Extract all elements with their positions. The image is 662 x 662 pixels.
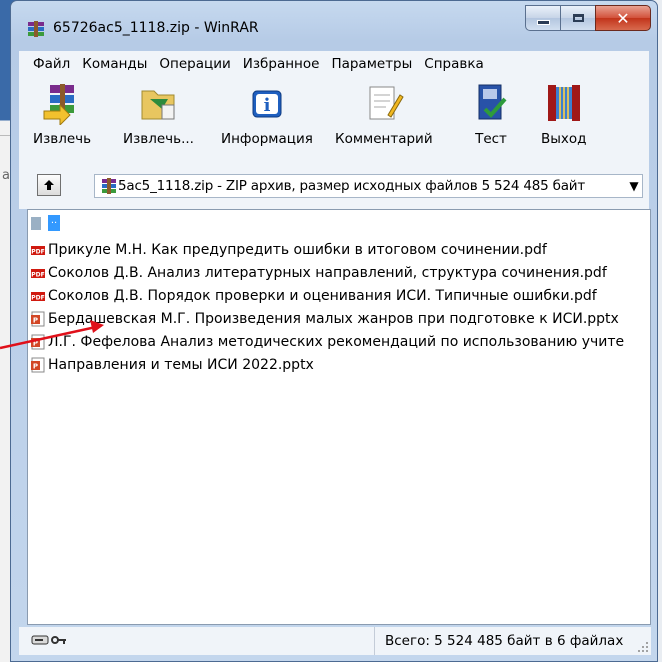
maximize-button[interactable]: [560, 5, 596, 31]
list-item[interactable]: PDF Прикуле М.Н. Как предупредить ошибки…: [30, 239, 547, 260]
chevron-down-icon[interactable]: ▼: [626, 179, 642, 193]
test-icon: [478, 84, 507, 120]
extract-icon: [141, 90, 175, 120]
up-arrow-icon: [44, 180, 54, 190]
list-item-updir[interactable]: ..: [30, 212, 60, 233]
menu-help[interactable]: Справка: [418, 56, 489, 72]
list-item[interactable]: PDF Соколов Д.В. Анализ литературных нап…: [30, 262, 607, 283]
svg-text:PDF: PDF: [31, 271, 44, 278]
toolbar: Извлечь Извлечь... i Информация Коммента…: [19, 77, 649, 162]
menu-bar: Файл Команды Операции Избранное Параметр…: [19, 51, 649, 78]
exit-icon: [547, 85, 580, 121]
list-item[interactable]: P Л.Г. Фефелова Анализ методических реко…: [30, 331, 624, 352]
svg-text:PDF: PDF: [31, 248, 44, 255]
file-name: Бердашевская М.Г. Произведения малых жан…: [48, 310, 619, 327]
svg-text:P: P: [33, 362, 38, 370]
close-icon: ✕: [616, 8, 630, 28]
resize-grip-icon[interactable]: [637, 641, 649, 653]
minimize-button[interactable]: [525, 5, 561, 31]
file-name: ..: [48, 214, 60, 231]
window-controls: ✕: [525, 5, 651, 31]
extract-to-icon: [43, 84, 75, 125]
extract-to-label: Извлечь: [33, 131, 92, 147]
archive-path-dropdown[interactable]: 5ac5_1118.zip - ZIP архив, размер исходн…: [94, 174, 643, 198]
extract-label: Извлечь...: [123, 131, 194, 147]
status-icons: [31, 634, 67, 646]
title-bar[interactable]: 65726ac5_1118.zip - WinRAR ✕: [11, 1, 657, 51]
address-bar: 5ac5_1118.zip - ZIP архив, размер исходн…: [19, 161, 649, 209]
exit-label: Выход: [541, 131, 587, 147]
comment-label: Комментарий: [335, 131, 433, 147]
exit-button[interactable]: Выход: [541, 81, 587, 147]
minimize-icon: [536, 19, 550, 25]
red-arrow-annotation: [0, 320, 104, 350]
folder-up-icon: [31, 216, 41, 230]
menu-options[interactable]: Параметры: [325, 56, 418, 72]
archive-path-text: 5ac5_1118.zip - ZIP архив, размер исходн…: [118, 178, 586, 194]
info-button[interactable]: i Информация: [221, 81, 313, 147]
list-item[interactable]: PDF Соколов Д.В. Порядок проверки и оцен…: [30, 285, 597, 306]
extract-to-button[interactable]: Извлечь: [33, 81, 91, 147]
list-item[interactable]: P Бердашевская М.Г. Произведения малых ж…: [30, 308, 619, 329]
up-folder-button[interactable]: [37, 174, 61, 196]
file-name: Л.Г. Фефелова Анализ методических рекоме…: [48, 333, 625, 350]
status-total: Всего: 5 524 485 байт в 6 файлах: [374, 627, 651, 655]
info-icon: i: [252, 90, 282, 118]
menu-favorites[interactable]: Избранное: [237, 56, 326, 72]
test-button[interactable]: Тест: [469, 81, 513, 147]
window-title: 65726ac5_1118.zip - WinRAR: [53, 20, 259, 36]
close-button[interactable]: ✕: [595, 5, 651, 31]
info-label: Информация: [221, 131, 313, 147]
key-icon: [51, 636, 66, 644]
menu-operations[interactable]: Операции: [153, 56, 236, 72]
maximize-icon: [572, 14, 584, 22]
menu-commands[interactable]: Команды: [76, 56, 153, 72]
pdf-file-icon: PDF: [31, 268, 45, 278]
file-name: Соколов Д.В. Анализ литературных направл…: [48, 264, 607, 281]
winrar-app-icon: [28, 21, 44, 37]
file-name: Прикуле М.Н. Как предупредить ошибки в и…: [48, 241, 547, 258]
status-bar: Всего: 5 524 485 байт в 6 файлах: [19, 627, 651, 655]
pdf-file-icon: PDF: [31, 245, 45, 255]
test-label: Тест: [475, 131, 507, 147]
archive-icon: [102, 178, 116, 194]
file-list: .. PDF Прикуле М.Н. Как предупредить оши…: [27, 209, 651, 625]
svg-text:i: i: [264, 95, 271, 116]
comment-button[interactable]: Комментарий: [335, 81, 433, 147]
drive-icon: [31, 635, 49, 645]
extract-button[interactable]: Извлечь...: [123, 81, 194, 147]
menu-file[interactable]: Файл: [19, 56, 76, 72]
comment-icon: [369, 86, 404, 120]
background-text: a: [2, 168, 10, 183]
file-name: Соколов Д.В. Порядок проверки и оцениван…: [48, 287, 597, 304]
